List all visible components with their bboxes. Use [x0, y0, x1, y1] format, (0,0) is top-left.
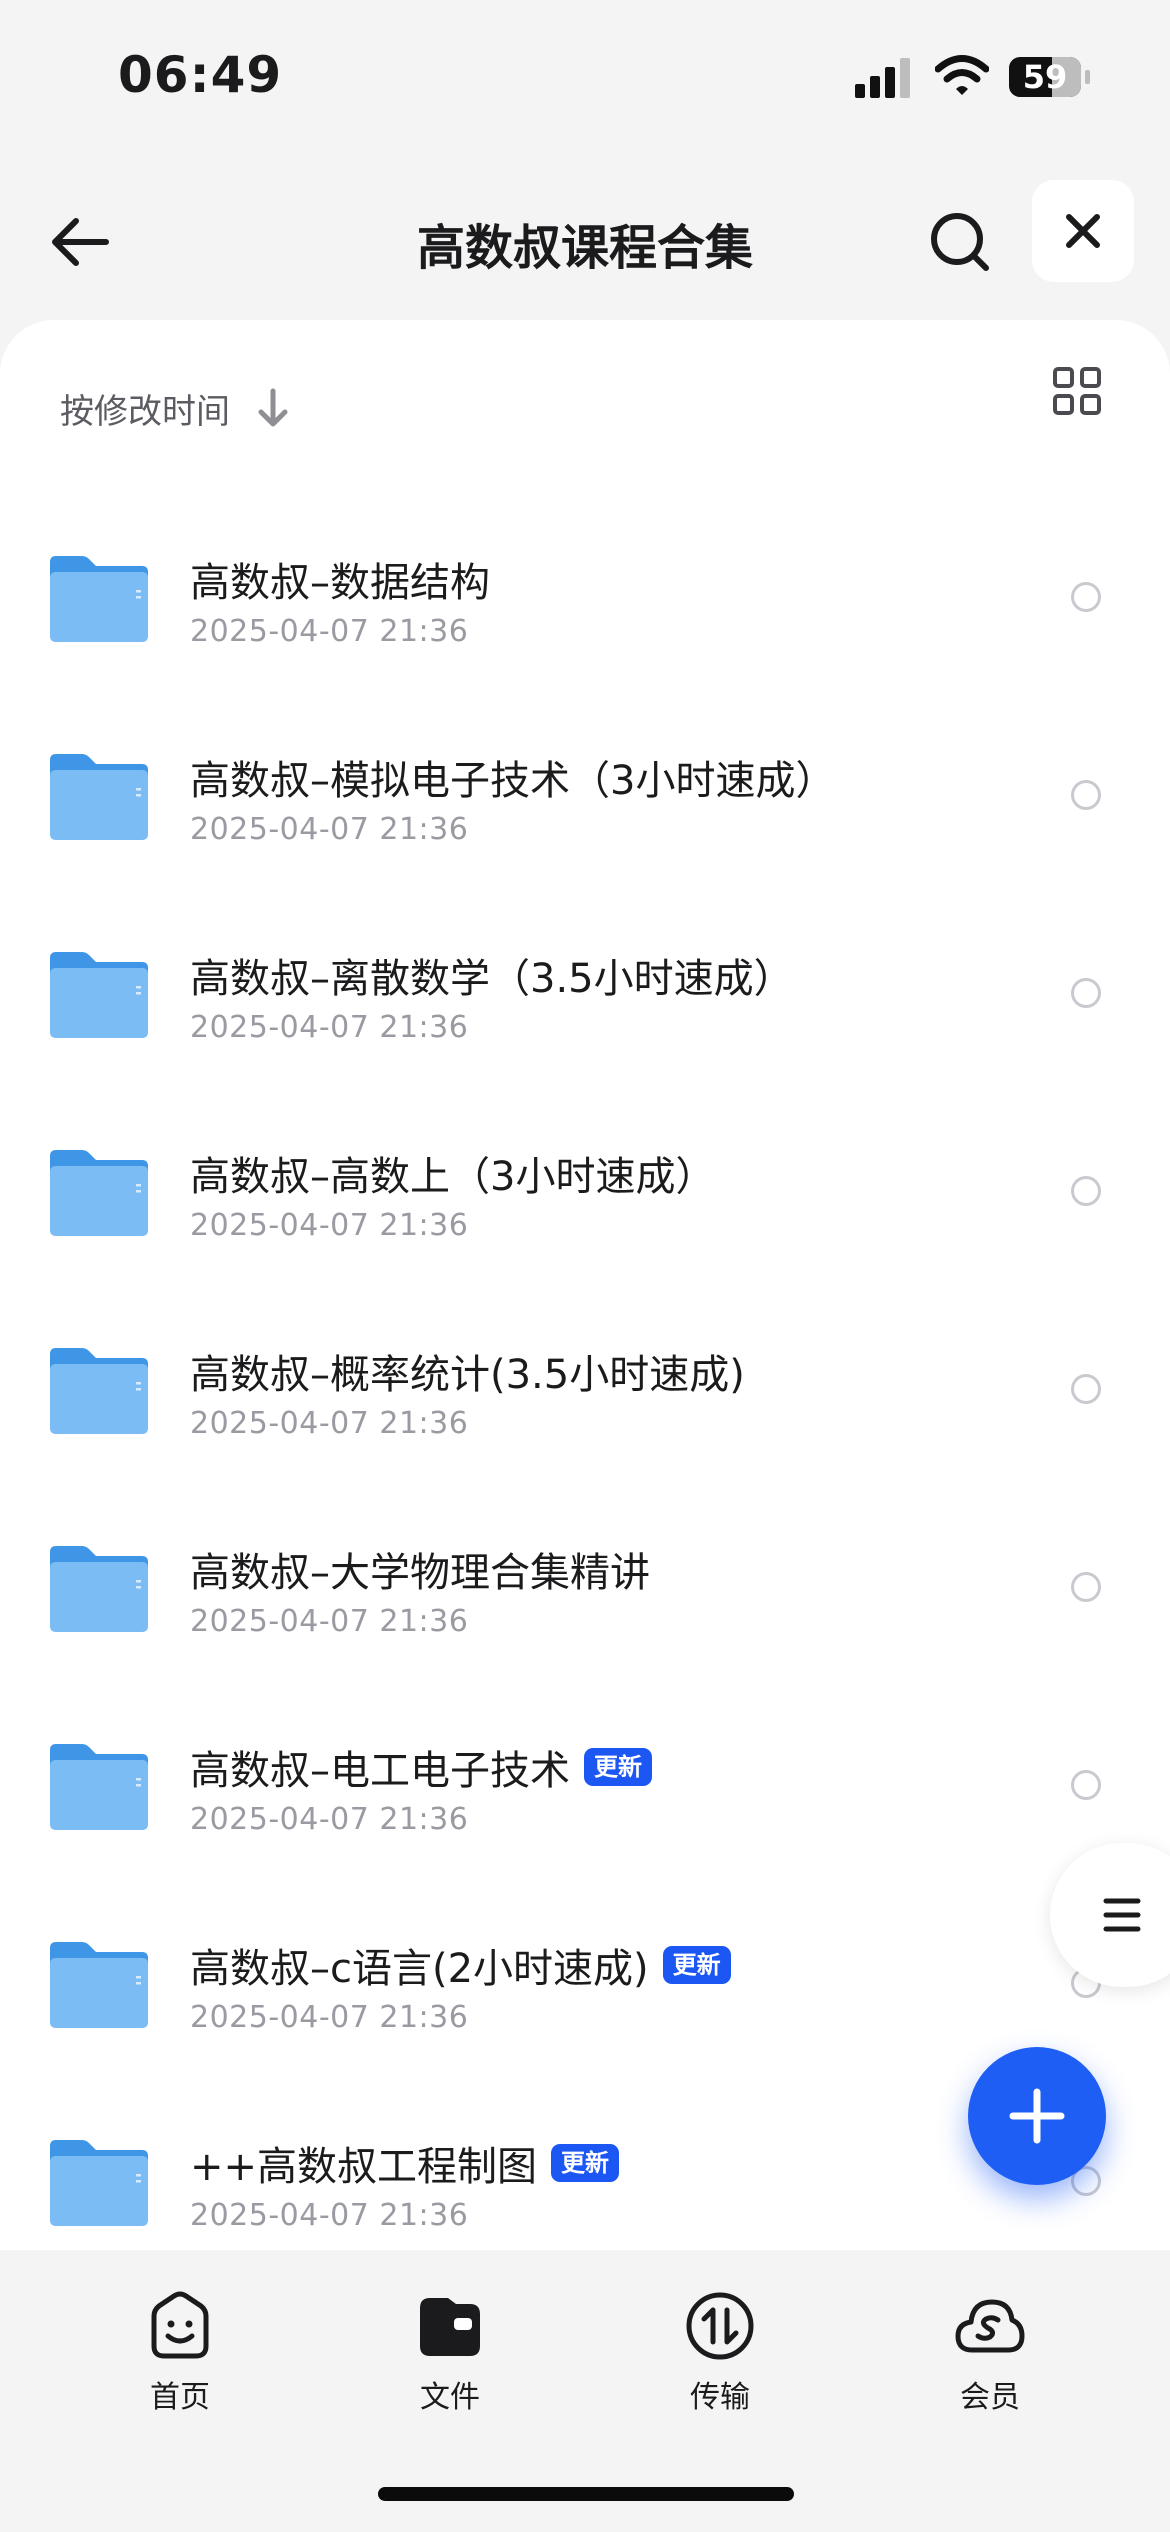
- select-radio[interactable]: [1071, 1176, 1101, 1206]
- file-name-row: 高数叔–c语言(2小时速成) 更新: [190, 1936, 731, 1994]
- file-name: 高数叔–离散数学（3.5小时速成）: [190, 956, 794, 1002]
- wifi-icon: [935, 55, 989, 95]
- tab-label: 会员: [960, 2380, 1020, 2415]
- folder-icon: [50, 754, 148, 840]
- add-button[interactable]: [968, 2047, 1106, 2185]
- file-name: 高数叔–电工电子技术: [190, 1748, 570, 1794]
- status-bar: 06:49 59: [0, 0, 1170, 150]
- file-date: 2025-04-07 21:36: [190, 1604, 469, 1639]
- menu-lines-icon: [1103, 1898, 1141, 1932]
- file-row[interactable]: 高数叔–数据结构 2025-04-07 21:36: [0, 520, 1170, 718]
- file-row[interactable]: 高数叔–高数上（3小时速成） 2025-04-07 21:36: [0, 1114, 1170, 1312]
- file-row[interactable]: 高数叔–模拟电子技术（3小时速成） 2025-04-07 21:36: [0, 718, 1170, 916]
- file-date: 2025-04-07 21:36: [190, 2198, 469, 2233]
- file-name-row: ++高数叔工程制图 更新: [190, 2134, 620, 2192]
- file-row[interactable]: 高数叔–电工电子技术 更新 2025-04-07 21:36: [0, 1708, 1170, 1906]
- file-name: ++高数叔工程制图: [190, 2144, 538, 2190]
- file-name-row: 高数叔–电工电子技术 更新: [190, 1738, 652, 1796]
- file-name-row: 高数叔–概率统计(3.5小时速成): [190, 1342, 745, 1400]
- file-date: 2025-04-07 21:36: [190, 1010, 469, 1045]
- battery-icon: 59: [1008, 56, 1092, 98]
- select-radio[interactable]: [1071, 1770, 1101, 1800]
- home-indicator: [378, 2487, 794, 2501]
- content-panel: 按修改时间 高数叔–数据结构 2025-04-07 21:36 高数叔–模拟电子技术…: [0, 320, 1170, 2250]
- file-name-row: 高数叔–数据结构: [190, 550, 490, 608]
- file-name: 高数叔–数据结构: [190, 560, 490, 606]
- cloud-s-icon: [955, 2299, 1025, 2353]
- folder-icon: [50, 556, 148, 642]
- select-radio[interactable]: [1071, 1572, 1101, 1602]
- search-icon: [931, 213, 989, 271]
- file-name: 高数叔–c语言(2小时速成): [190, 1946, 649, 1992]
- folder-wallet-icon: [420, 2298, 480, 2356]
- search-button[interactable]: [920, 202, 1000, 282]
- file-date: 2025-04-07 21:36: [190, 614, 469, 649]
- folder-icon: [50, 1744, 148, 1830]
- tab-label: 文件: [420, 2380, 480, 2415]
- grid-view-icon[interactable]: [1052, 366, 1102, 416]
- file-row[interactable]: 高数叔–概率统计(3.5小时速成) 2025-04-07 21:36: [0, 1312, 1170, 1510]
- file-name: 高数叔–概率统计(3.5小时速成): [190, 1352, 745, 1398]
- update-badge: 更新: [551, 2144, 620, 2182]
- tab-label: 传输: [690, 2380, 750, 2415]
- file-name-row: 高数叔–离散数学（3.5小时速成）: [190, 946, 794, 1004]
- folder-icon: [50, 1348, 148, 1434]
- cellular-signal-icon: [855, 58, 910, 98]
- file-date: 2025-04-07 21:36: [190, 2000, 469, 2035]
- tab-files[interactable]: 文件: [360, 2290, 540, 2430]
- folder-icon: [50, 1150, 148, 1236]
- plus-icon: [1009, 2088, 1065, 2144]
- file-name-row: 高数叔–大学物理合集精讲: [190, 1540, 650, 1598]
- folder-icon: [50, 1546, 148, 1632]
- select-radio[interactable]: [1071, 780, 1101, 810]
- transfer-icon: [686, 2292, 754, 2360]
- file-row[interactable]: 高数叔–大学物理合集精讲 2025-04-07 21:36: [0, 1510, 1170, 1708]
- file-name-row: 高数叔–模拟电子技术（3小时速成）: [190, 748, 835, 806]
- update-badge: 更新: [584, 1748, 652, 1786]
- file-row[interactable]: 高数叔–离散数学（3.5小时速成） 2025-04-07 21:36: [0, 916, 1170, 1114]
- close-icon: [1066, 214, 1100, 248]
- file-name: 高数叔–模拟电子技术（3小时速成）: [190, 758, 836, 804]
- arrow-down-icon: [258, 388, 288, 427]
- close-button[interactable]: [1032, 180, 1134, 282]
- nav-bar: 高数叔课程合集: [0, 180, 1170, 320]
- smile-face-icon: [151, 2291, 209, 2359]
- file-date: 2025-04-07 21:36: [190, 1802, 469, 1837]
- tab-label: 首页: [150, 2380, 210, 2415]
- tab-vip[interactable]: 会员: [900, 2290, 1080, 2430]
- folder-icon: [50, 1942, 148, 2028]
- update-badge: 更新: [662, 1946, 731, 1984]
- file-name: 高数叔–大学物理合集精讲: [190, 1550, 650, 1596]
- select-radio[interactable]: [1071, 1374, 1101, 1404]
- folder-icon: [50, 952, 148, 1038]
- sort-button[interactable]: 按修改时间: [60, 368, 290, 448]
- tab-transfer[interactable]: 传输: [630, 2290, 810, 2430]
- folder-icon: [50, 2140, 148, 2226]
- status-time: 06:49: [118, 46, 283, 104]
- file-date: 2025-04-07 21:36: [190, 812, 469, 847]
- sort-label: 按修改时间: [60, 391, 230, 432]
- select-radio[interactable]: [1071, 978, 1101, 1008]
- file-date: 2025-04-07 21:36: [190, 1208, 469, 1243]
- file-date: 2025-04-07 21:36: [190, 1406, 469, 1441]
- file-name-row: 高数叔–高数上（3小时速成）: [190, 1144, 715, 1202]
- battery-level: 59: [1022, 58, 1068, 96]
- tab-home[interactable]: 首页: [90, 2290, 270, 2430]
- select-radio[interactable]: [1071, 582, 1101, 612]
- file-name: 高数叔–高数上（3小时速成）: [190, 1154, 716, 1200]
